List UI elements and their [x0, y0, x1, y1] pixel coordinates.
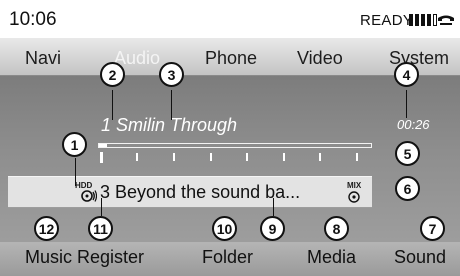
callout-10: 10: [212, 216, 237, 241]
audio-screen: 10:06 READY Navi Audio Phone Video Syste…: [0, 0, 460, 276]
track-time: 00:26: [397, 117, 430, 132]
callout-7: 7: [420, 216, 445, 241]
bottom-item-folder[interactable]: Folder: [202, 247, 253, 268]
callout-leader: [101, 198, 102, 216]
phone-handset-icon: [438, 15, 454, 25]
mix-disc-icon: [348, 191, 360, 203]
progress-tick: [319, 153, 321, 161]
callout-leader: [171, 90, 172, 120]
progress-position-marker: [100, 152, 103, 163]
callout-leader: [112, 90, 113, 120]
menu-item-phone[interactable]: Phone: [205, 48, 257, 69]
main-menu-bar: Navi Audio Phone Video System: [0, 38, 460, 76]
callout-6: 6: [395, 176, 420, 201]
callout-11: 11: [88, 216, 113, 241]
signal-strength-icon: [409, 14, 437, 26]
current-track-row[interactable]: HDD 3 Beyond the sound ba... MIX: [8, 176, 372, 208]
callout-5: 5: [395, 141, 420, 166]
callout-leader: [406, 90, 407, 118]
callout-1: 1: [62, 132, 87, 157]
progress-track: [98, 143, 372, 148]
clock: 10:06: [9, 9, 57, 30]
callout-2: 2: [100, 62, 125, 87]
progress-tick: [356, 153, 358, 161]
progress-tick: [210, 153, 212, 161]
progress-bar[interactable]: [98, 143, 372, 165]
current-track-name: 3 Beyond the sound ba...: [100, 182, 301, 202]
progress-tick: [136, 153, 138, 161]
status-bar: 10:06 READY: [0, 0, 460, 38]
callout-3: 3: [159, 62, 184, 87]
track-title: 1 Smilin Through: [101, 115, 238, 135]
bottom-item-sound[interactable]: Sound: [394, 247, 446, 268]
callout-4: 4: [394, 62, 419, 87]
progress-fill: [99, 144, 107, 147]
bottom-item-music-register[interactable]: Music Register: [25, 247, 144, 268]
callout-leader: [273, 198, 274, 216]
callout-9: 9: [260, 216, 285, 241]
callout-8: 8: [324, 216, 349, 241]
callout-12: 12: [34, 216, 59, 241]
bottom-item-media[interactable]: Media: [307, 247, 356, 268]
bottom-menu-bar: Music Register Folder Media Sound: [0, 242, 460, 276]
progress-tick: [283, 153, 285, 161]
progress-tick: [246, 153, 248, 161]
menu-item-video[interactable]: Video: [297, 48, 343, 69]
mix-label: MIX: [347, 181, 362, 190]
menu-item-navi[interactable]: Navi: [25, 48, 61, 69]
progress-tick: [173, 153, 175, 161]
ready-status: READY: [360, 12, 414, 29]
callout-leader: [75, 158, 76, 186]
hdd-disc-icon: [81, 190, 97, 202]
